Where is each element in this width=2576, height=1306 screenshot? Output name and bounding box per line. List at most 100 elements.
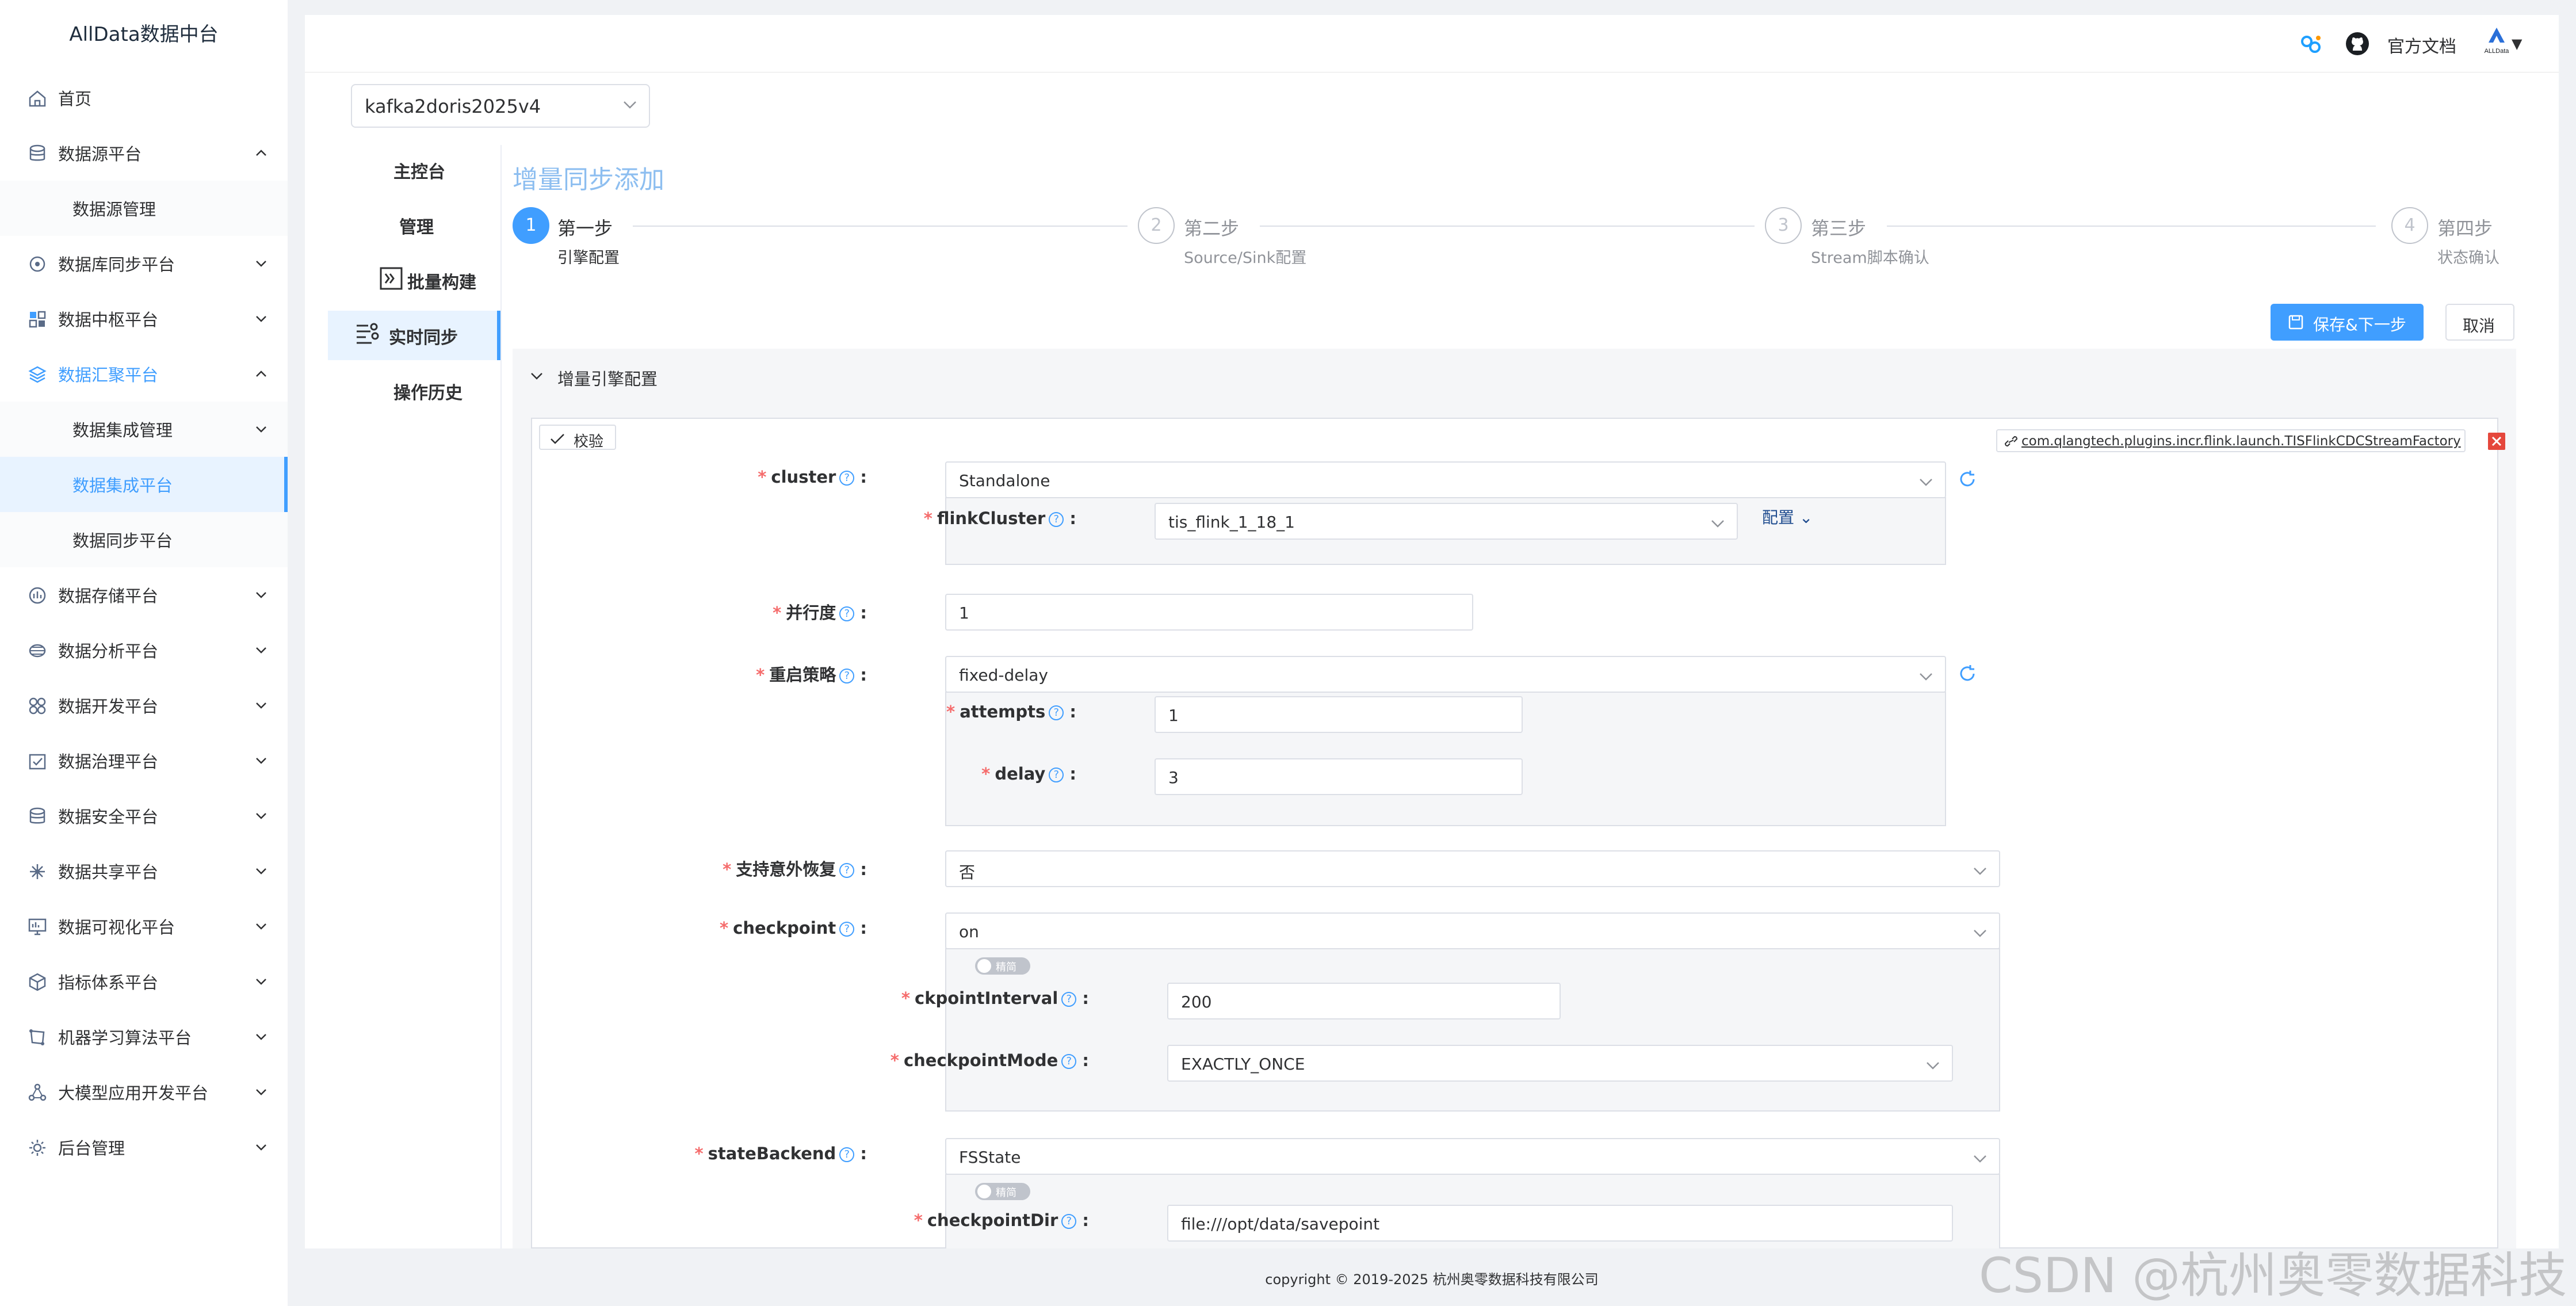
sidebar-item-2[interactable]: 数据源管理 xyxy=(0,181,288,236)
help-icon: ? xyxy=(1061,1214,1077,1229)
sidebar-item-4[interactable]: 数据中枢平台 xyxy=(0,291,288,346)
sidebar-item-9[interactable]: 数据存储平台 xyxy=(0,567,288,623)
step-3-circle: 3 xyxy=(1765,207,1802,244)
help-icon: ? xyxy=(839,1147,855,1162)
refresh-icon[interactable] xyxy=(1958,469,1977,489)
save-icon xyxy=(2288,315,2303,330)
chevron-down-icon xyxy=(1920,479,1932,486)
page-title: 增量同步添加 xyxy=(513,165,664,194)
sidebar-item-3[interactable]: 数据库同步平台 xyxy=(0,236,288,291)
subnav-dashboard[interactable]: 主控台 xyxy=(328,145,500,194)
flinkcluster-select[interactable]: tis_flink_1_18_1 xyxy=(1155,503,1738,540)
ml-icon xyxy=(29,1029,45,1045)
project-select[interactable]: kafka2doris2025v4 xyxy=(351,84,650,128)
sidebar-item-label: 数据同步平台 xyxy=(72,531,173,551)
state-backend-label: * stateBackend? : xyxy=(694,1144,867,1163)
simplify-toggle[interactable]: 精简 xyxy=(975,1183,1030,1200)
subnav-manage[interactable]: 管理 xyxy=(328,200,500,250)
alldata-avatar-icon[interactable]: ALLData xyxy=(2479,23,2514,58)
sidebar-item-7[interactable]: 数据集成平台 xyxy=(0,457,288,512)
subnav-history[interactable]: 操作历史 xyxy=(328,366,500,415)
chevron-up-icon xyxy=(256,150,266,156)
chevron-down-icon[interactable] xyxy=(530,372,544,381)
ckpoint-interval-input[interactable]: 200 xyxy=(1167,983,1561,1019)
checkpoint-dir-label: * checkpointDir? : xyxy=(914,1210,1089,1230)
cluster-select[interactable]: Standalone xyxy=(945,461,1946,498)
checkpoint-mode-select[interactable]: EXACTLY_ONCE xyxy=(1167,1045,1953,1082)
panel-title[interactable]: 增量引擎配置 xyxy=(557,366,658,390)
subnav-batch-build[interactable]: 批量构建 xyxy=(328,255,500,305)
close-icon[interactable] xyxy=(2488,433,2505,450)
recover-label: * 支持意外恢复? : xyxy=(723,860,867,879)
sidebar-item-label: 数据源管理 xyxy=(72,200,156,219)
recover-select[interactable]: 否 xyxy=(945,850,2000,887)
user-menu-arrow[interactable]: ▼ xyxy=(2512,36,2522,52)
state-backend-select[interactable]: FSState xyxy=(945,1138,2000,1175)
verify-button[interactable]: 校验 xyxy=(539,425,616,450)
sidebar-item-label: 指标体系平台 xyxy=(58,973,159,992)
attempts-input[interactable]: 1 xyxy=(1155,696,1523,733)
sidebar-item-16[interactable]: 指标体系平台 xyxy=(0,954,288,1009)
sidebar-item-label: 数据中枢平台 xyxy=(58,310,159,330)
sidebar-item-12[interactable]: 数据治理平台 xyxy=(0,733,288,788)
chevron-down-icon xyxy=(1974,868,1986,875)
subnav-divider xyxy=(500,145,502,1248)
sidebar-item-1[interactable]: 数据源平台 xyxy=(0,125,288,181)
analysis-icon xyxy=(29,644,46,658)
parallel-input[interactable]: 1 xyxy=(945,594,1473,631)
realtime-icon xyxy=(357,323,379,344)
sidebar-item-17[interactable]: 机器学习算法平台 xyxy=(0,1009,288,1064)
sidebar-item-5[interactable]: 数据汇聚平台 xyxy=(0,346,288,402)
step-line xyxy=(1260,226,1755,227)
dev-icon xyxy=(29,697,46,715)
link-icon[interactable] xyxy=(2296,30,2324,58)
sidebar-item-14[interactable]: 数据共享平台 xyxy=(0,843,288,899)
sidebar-item-18[interactable]: 大模型应用开发平台 xyxy=(0,1064,288,1120)
help-icon: ? xyxy=(1049,705,1064,720)
check-icon xyxy=(551,434,564,444)
sidebar-item-6[interactable]: 数据集成管理 xyxy=(0,402,288,457)
chevron-down-icon xyxy=(624,101,636,109)
sidebar-item-10[interactable]: 数据分析平台 xyxy=(0,623,288,678)
delay-input[interactable]: 3 xyxy=(1155,758,1523,795)
checkpoint-select[interactable]: on xyxy=(945,912,2000,949)
subnav-realtime-sync[interactable]: 实时同步 xyxy=(328,311,500,360)
sidebar-item-19[interactable]: 后台管理 xyxy=(0,1120,288,1175)
chevron-down-icon xyxy=(256,1144,266,1151)
sidebar-item-0[interactable]: 首页 xyxy=(0,70,288,125)
ckpoint-interval-label: * ckpointInterval? : xyxy=(901,988,1089,1008)
sidebar-item-label: 数据存储平台 xyxy=(58,586,159,606)
project-select-value: kafka2doris2025v4 xyxy=(365,96,541,117)
restart-strategy-select[interactable]: fixed-delay xyxy=(945,656,1946,693)
sidebar-item-label: 后台管理 xyxy=(58,1139,125,1158)
config-dropdown-link[interactable]: 配置 ⌄ xyxy=(1762,505,1813,528)
github-icon[interactable] xyxy=(2344,30,2371,58)
help-icon: ? xyxy=(1049,512,1064,527)
step-4-circle: 4 xyxy=(2391,207,2428,244)
docs-link[interactable]: 官方文档 xyxy=(2387,32,2456,58)
simplify-toggle[interactable]: 精简 xyxy=(975,957,1030,975)
sidebar-item-label: 机器学习算法平台 xyxy=(58,1028,192,1048)
step-1-title: 第一步 xyxy=(557,217,613,239)
plugin-link[interactable]: com.qlangtech.plugins.incr.flink.launch.… xyxy=(1996,429,2466,452)
chevron-down-icon xyxy=(256,702,266,709)
sidebar-item-15[interactable]: 数据可视化平台 xyxy=(0,899,288,954)
sidebar-item-13[interactable]: 数据安全平台 xyxy=(0,788,288,843)
sidebar-item-11[interactable]: 数据开发平台 xyxy=(0,678,288,733)
svg-text:ALLData: ALLData xyxy=(2485,48,2510,55)
chevron-down-icon xyxy=(1974,930,1986,937)
sidebar-item-label: 数据开发平台 xyxy=(58,697,159,716)
monitor-icon xyxy=(28,918,47,935)
sidebar-item-label: 数据库同步平台 xyxy=(58,255,175,274)
save-next-button[interactable]: 保存&下一步 xyxy=(2271,304,2424,341)
chevron-down-icon xyxy=(1920,673,1932,681)
cancel-button[interactable]: 取消 xyxy=(2445,304,2514,341)
top-header: 官方文档 ALLData ▼ xyxy=(305,15,2559,72)
brand-title: AllData数据中台 xyxy=(69,23,219,46)
checkpoint-dir-input[interactable]: file:///opt/data/savepoint xyxy=(1167,1205,1953,1242)
sidebar-item-8[interactable]: 数据同步平台 xyxy=(0,512,288,567)
refresh-icon[interactable] xyxy=(1958,664,1977,683)
engine-config-panel: 增量引擎配置 校验 com.qlangtech.plugins.incr.fli… xyxy=(513,349,2516,1250)
storage-icon xyxy=(29,587,46,604)
help-icon: ? xyxy=(839,471,855,486)
